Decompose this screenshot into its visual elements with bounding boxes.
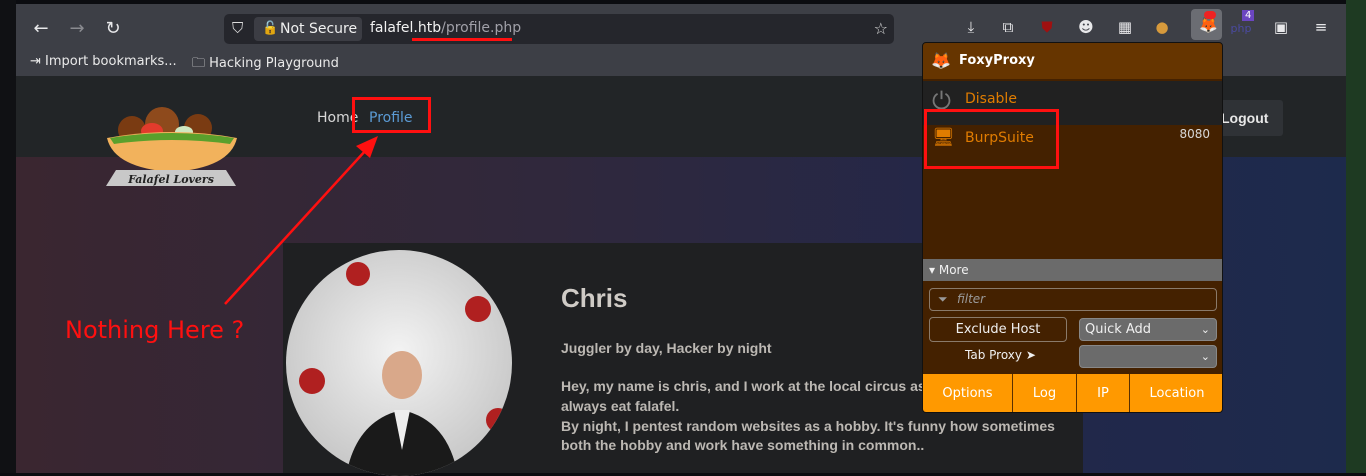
chevron-down-icon: ⌄ (1200, 323, 1210, 336)
burpsuite-highlight-box (924, 109, 1059, 169)
foxyproxy-logo-icon: 🦊 (931, 51, 951, 70)
triangle-down-icon: ▾ (929, 263, 939, 277)
annotation-text: Nothing Here ? (65, 316, 245, 344)
tab-proxy-label: Tab Proxy ➤ (965, 348, 1036, 362)
chevron-down-icon: ⌄ (1200, 350, 1210, 363)
quick-add-select[interactable]: Quick Add ⌄ (1079, 318, 1217, 341)
arrow-right-icon: ➤ (1025, 348, 1036, 362)
more-toggle[interactable]: ▾ More (923, 259, 1222, 281)
ip-button[interactable]: IP (1077, 374, 1130, 412)
options-button[interactable]: Options (923, 374, 1013, 412)
tab-proxy-text: Tab Proxy (965, 348, 1022, 362)
disable-label: Disable (965, 91, 1017, 107)
filter-funnel-icon: ⏷ (938, 292, 948, 306)
log-button[interactable]: Log (1013, 374, 1077, 412)
foxyproxy-header: 🦊 FoxyProxy (923, 43, 1222, 79)
proxy-port: 8080 (1179, 127, 1210, 141)
foxyproxy-footer: Options Log IP Location (923, 374, 1222, 412)
filter-placeholder: filter (957, 292, 986, 306)
tab-proxy-select[interactable]: ⌄ (1079, 345, 1217, 368)
location-button[interactable]: Location (1130, 374, 1222, 412)
foxyproxy-popup: 🦊 FoxyProxy ⏻ Disable 🖥 BurpSuite 8080 ▾… (922, 42, 1223, 413)
filter-input[interactable]: ⏷ filter (929, 288, 1217, 311)
quick-add-value: Quick Add (1085, 322, 1152, 337)
exclude-host-button[interactable]: Exclude Host (929, 317, 1067, 342)
foxyproxy-title: FoxyProxy (959, 53, 1035, 68)
more-label: More (938, 263, 969, 277)
